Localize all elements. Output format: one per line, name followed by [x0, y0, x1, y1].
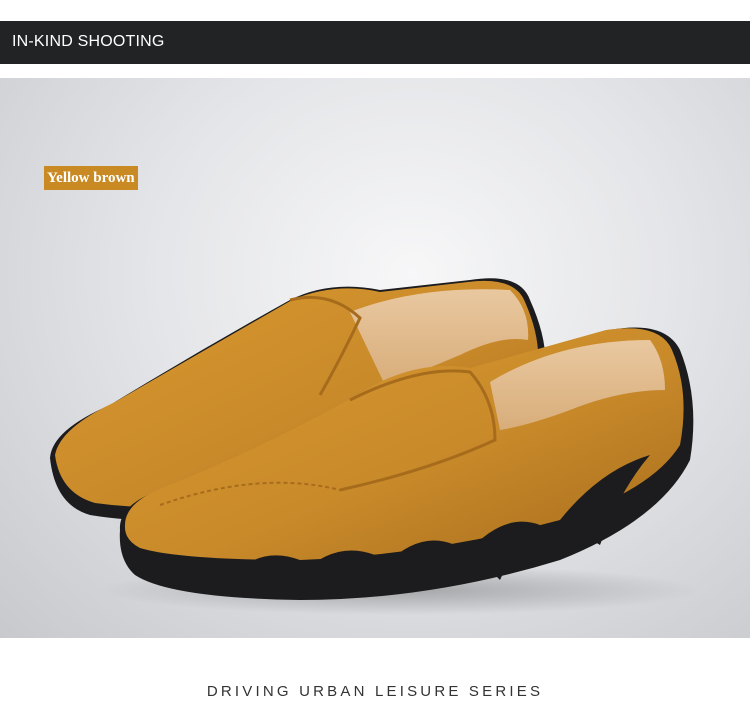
loafer-pair-image: [50, 278, 700, 615]
product-photo: Yellow brown: [0, 78, 750, 638]
header-bar: IN-KIND SHOOTING: [0, 21, 750, 64]
series-title: DRIVING URBAN LEISURE SERIES: [206, 683, 544, 700]
section-title: IN-KIND SHOOTING: [12, 33, 165, 50]
color-label: Yellow brown: [44, 166, 138, 190]
